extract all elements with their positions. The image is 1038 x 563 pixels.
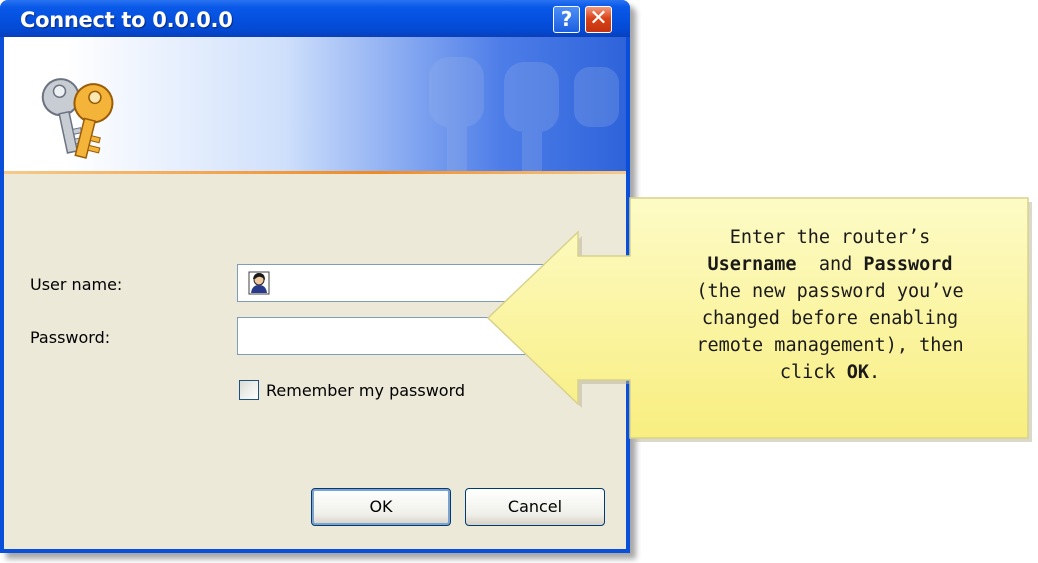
callout-username-word: Username bbox=[707, 254, 797, 275]
remember-password-label[interactable]: Remember my password bbox=[266, 381, 465, 400]
callout-password-word: Password bbox=[863, 254, 953, 275]
callout-line-1: Enter the router’s bbox=[729, 227, 931, 248]
dialog-title: Connect to 0.0.0.0 bbox=[20, 8, 233, 32]
keys-watermark-icon bbox=[429, 57, 619, 174]
close-button[interactable]: ✕ bbox=[585, 6, 612, 33]
callout-click-word: click bbox=[779, 362, 836, 383]
password-label: Password: bbox=[30, 328, 111, 347]
cancel-button[interactable]: Cancel bbox=[465, 488, 605, 526]
remember-password-checkbox[interactable] bbox=[239, 380, 259, 400]
callout-period: . bbox=[868, 362, 881, 383]
user-avatar-icon bbox=[248, 271, 270, 295]
callout-line-3: (the new password you’ve bbox=[696, 281, 964, 302]
keys-icon bbox=[41, 78, 114, 159]
callout-line-5: remote management), then bbox=[696, 335, 964, 356]
dialog-banner bbox=[4, 37, 626, 174]
callout-line-2: Username and Password bbox=[642, 251, 1018, 278]
callout-ok-word: OK bbox=[846, 362, 869, 383]
ok-button[interactable]: OK bbox=[311, 488, 451, 526]
callout-and-word: and bbox=[818, 254, 853, 275]
callout-line-6: click OK. bbox=[642, 359, 1018, 386]
banner-accent-strip bbox=[4, 171, 626, 174]
callout-line-4: changed before enabling bbox=[701, 308, 959, 329]
screen: Connect to 0.0.0.0 ? ✕ User name: Passwo… bbox=[0, 0, 1038, 563]
callout-text: Enter the router’s Username and Password… bbox=[642, 224, 1018, 386]
help-button[interactable]: ? bbox=[553, 6, 580, 33]
title-bar[interactable]: Connect to 0.0.0.0 ? ✕ bbox=[0, 0, 630, 37]
username-label: User name: bbox=[30, 275, 123, 294]
